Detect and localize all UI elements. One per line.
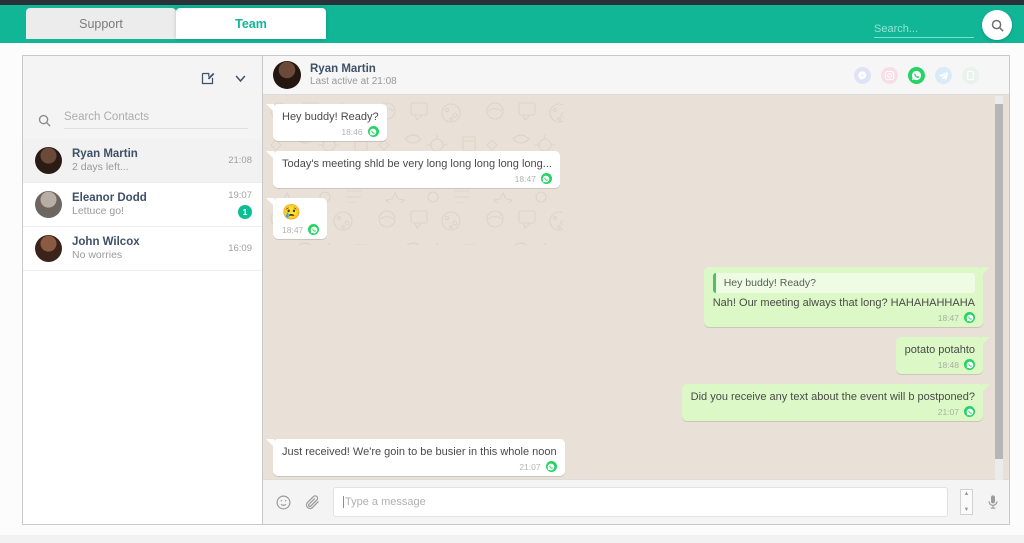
message-bubble-incoming[interactable]: Hey buddy! Ready? 18:46 bbox=[266, 104, 387, 141]
message-row: Hey buddy! Ready? 18:46 bbox=[266, 104, 983, 141]
contact-item-ryan-martin[interactable]: Ryan Martin 2 days left... 21:08 bbox=[23, 139, 262, 183]
message-bubble-incoming[interactable]: Today's meeting shld be very long long l… bbox=[266, 151, 560, 188]
whatsapp-icon bbox=[964, 312, 975, 323]
message-input[interactable]: Type a message bbox=[333, 487, 948, 517]
message-time: 18:47 bbox=[514, 173, 536, 184]
chat-panel: Ryan Martin Last active at 21:08 Hey bud… bbox=[263, 56, 1009, 524]
contact-time: 19:07 bbox=[228, 190, 252, 201]
chat-header: Ryan Martin Last active at 21:08 bbox=[263, 56, 1009, 95]
message-time: 18:47 bbox=[937, 312, 959, 323]
chat-contact-name: Ryan Martin bbox=[310, 63, 376, 75]
message-text: Today's meeting shld be very long long l… bbox=[282, 158, 552, 170]
compose-icon[interactable] bbox=[200, 71, 215, 86]
contact-preview: 2 days left... bbox=[72, 161, 129, 173]
global-search-input[interactable]: Search... bbox=[874, 13, 974, 38]
message-bubble-incoming[interactable]: 😢 18:47 bbox=[265, 198, 328, 239]
whatsapp-icon bbox=[964, 406, 975, 417]
search-icon bbox=[991, 19, 1004, 32]
contacts-search[interactable]: Search Contacts bbox=[23, 101, 262, 139]
whatsapp-icon bbox=[308, 224, 320, 235]
contact-name: Ryan Martin bbox=[72, 148, 138, 160]
whatsapp-icon bbox=[540, 173, 552, 184]
message-text: Did you receive any text about the event… bbox=[690, 391, 975, 403]
paperclip-icon[interactable] bbox=[304, 494, 321, 511]
global-search-button[interactable] bbox=[982, 10, 1012, 40]
avatar bbox=[35, 147, 62, 174]
message-bubble-outgoing[interactable]: potato potahto 18:48 bbox=[895, 337, 991, 374]
instagram-icon[interactable] bbox=[881, 66, 898, 84]
emoji-icon[interactable] bbox=[275, 494, 292, 511]
message-time: 21:07 bbox=[519, 461, 541, 472]
contact-preview: No worries bbox=[72, 249, 123, 261]
whatsapp-icon bbox=[964, 359, 975, 370]
message-row: potato potahto 18:48 bbox=[273, 337, 991, 374]
unread-badge: 1 bbox=[238, 205, 252, 219]
message-stream: Hey buddy! Ready? 18:46 Today's meeting … bbox=[265, 104, 991, 476]
contact-name: John Wilcox bbox=[72, 236, 140, 248]
telegram-icon[interactable] bbox=[935, 66, 952, 84]
chevron-down-icon[interactable] bbox=[233, 71, 248, 86]
avatar bbox=[273, 61, 301, 89]
message-composer: Type a message ▲ ▼ bbox=[263, 479, 1009, 524]
top-bar: Support Team Search... bbox=[0, 5, 1024, 43]
message-row: Did you receive any text about the event… bbox=[273, 384, 991, 421]
top-tabs: Support Team bbox=[26, 8, 326, 39]
tab-team-label: Team bbox=[235, 16, 267, 31]
global-search: Search... bbox=[874, 9, 1012, 41]
message-row: Today's meeting shld be very long long l… bbox=[266, 151, 983, 188]
message-time: 18:48 bbox=[937, 359, 959, 370]
contact-item-eleanor-dodd[interactable]: Eleanor Dodd Lettuce go! 19:07 1 bbox=[23, 183, 262, 227]
messenger-icon[interactable] bbox=[854, 66, 871, 84]
app-surface: Search Contacts Ryan Martin 2 days left.… bbox=[0, 43, 1024, 535]
avatar bbox=[35, 191, 62, 218]
tab-support[interactable]: Support bbox=[26, 8, 176, 39]
whatsapp-icon bbox=[367, 126, 379, 137]
message-text: Hey buddy! Ready? bbox=[282, 111, 379, 123]
contact-time: 16:09 bbox=[228, 243, 252, 254]
message-time: 18:47 bbox=[282, 224, 304, 235]
message-list: Hey buddy! Ready? 18:46 Today's meeting … bbox=[263, 95, 1009, 479]
contact-time: 21:08 bbox=[228, 155, 252, 166]
message-input-placeholder: Type a message bbox=[343, 496, 426, 508]
message-time: 18:46 bbox=[341, 126, 363, 137]
contacts-sidebar: Search Contacts Ryan Martin 2 days left.… bbox=[23, 56, 263, 524]
chat-contact-status: Last active at 21:08 bbox=[310, 76, 397, 87]
message-bubble-incoming[interactable]: Just received! We're goin to be busier i… bbox=[266, 439, 565, 476]
message-row: Just received! We're goin to be busier i… bbox=[266, 439, 983, 476]
message-bubble-outgoing[interactable]: Did you receive any text about the event… bbox=[681, 384, 991, 421]
message-row: Hey buddy! Ready? Nah! Our meeting alway… bbox=[273, 267, 991, 327]
message-text: Just received! We're goin to be busier i… bbox=[282, 446, 557, 458]
contact-preview: Lettuce go! bbox=[72, 205, 124, 217]
app-window: Support Team Search... Search Contacts R… bbox=[0, 0, 1024, 543]
message-row: 😢 18:47 bbox=[265, 198, 983, 239]
microphone-icon[interactable] bbox=[985, 494, 1001, 510]
stepper-down-icon[interactable]: ▼ bbox=[964, 507, 970, 513]
sidebar-header bbox=[23, 56, 262, 101]
message-text: potato potahto bbox=[904, 344, 975, 356]
spinner-stepper[interactable]: ▲ ▼ bbox=[960, 489, 973, 515]
message-text: Nah! Our meeting always that long? HAHAH… bbox=[712, 297, 975, 309]
tab-support-label: Support bbox=[79, 16, 123, 31]
whatsapp-icon[interactable] bbox=[908, 66, 925, 84]
contacts-search-placeholder: Search Contacts bbox=[64, 111, 248, 129]
contact-name: Eleanor Dodd bbox=[72, 192, 147, 204]
chat-scrollbar[interactable] bbox=[995, 96, 1003, 480]
message-bubble-outgoing[interactable]: Hey buddy! Ready? Nah! Our meeting alway… bbox=[703, 267, 991, 327]
contact-item-john-wilcox[interactable]: John Wilcox No worries 16:09 bbox=[23, 227, 262, 271]
channel-switcher bbox=[854, 66, 1001, 84]
whatsapp-icon bbox=[545, 461, 557, 472]
avatar bbox=[35, 235, 62, 262]
tab-team[interactable]: Team bbox=[176, 8, 326, 39]
chat-scrollbar-thumb[interactable] bbox=[995, 104, 1003, 459]
stepper-up-icon[interactable]: ▲ bbox=[964, 491, 970, 497]
messaging-card: Search Contacts Ryan Martin 2 days left.… bbox=[22, 55, 1010, 525]
more-platform-icon[interactable] bbox=[962, 66, 979, 84]
message-time: 21:07 bbox=[937, 406, 959, 417]
global-search-placeholder: Search... bbox=[874, 22, 919, 35]
quoted-message: Hey buddy! Ready? bbox=[712, 273, 975, 293]
search-icon bbox=[38, 114, 51, 127]
message-text: 😢 bbox=[282, 204, 301, 221]
